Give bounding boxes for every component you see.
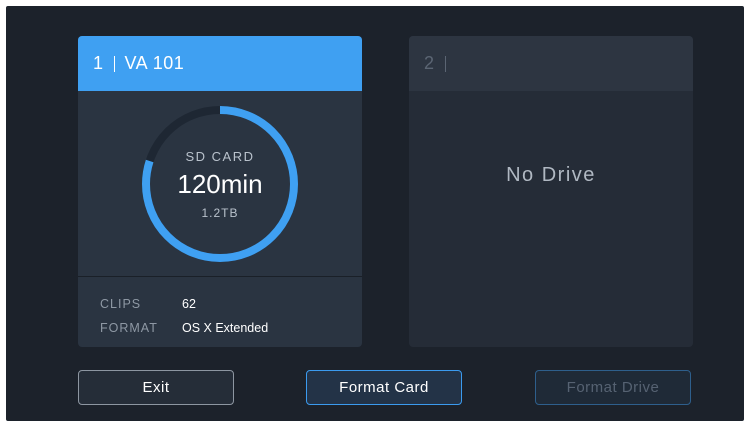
- card-info: CLIPS 62 FORMAT OS X Extended: [100, 292, 268, 340]
- card-slot-2-panel[interactable]: 2 No Drive: [409, 36, 693, 347]
- storage-ring: SD CARD 120min 1.2TB: [140, 104, 300, 264]
- format-label: FORMAT: [100, 321, 158, 335]
- header-separator: [444, 55, 446, 72]
- slot-2-number: 2: [424, 53, 435, 73]
- exit-button[interactable]: Exit: [78, 370, 234, 405]
- clips-value: 62: [182, 297, 196, 311]
- slot-1-card-name: VA 101: [124, 53, 185, 73]
- format-value: OS X Extended: [182, 321, 269, 335]
- media-type-label: SD CARD: [185, 148, 255, 164]
- storage-screen: 1 VA 101 SD CARD 120min 1.2TB CLIPS 62 F…: [6, 6, 744, 421]
- header-separator: [113, 55, 115, 72]
- format-row: FORMAT OS X Extended: [100, 316, 268, 340]
- clips-label: CLIPS: [100, 297, 142, 311]
- no-drive-status: No Drive: [506, 164, 596, 186]
- slot-1-number: 1: [93, 53, 104, 73]
- card-slot-1-panel[interactable]: 1 VA 101 SD CARD 120min 1.2TB CLIPS 62 F…: [78, 36, 362, 347]
- slot-1-header: 1 VA 101: [78, 36, 362, 91]
- card-capacity: 1.2TB: [201, 205, 239, 220]
- panel-divider: [78, 276, 362, 277]
- format-card-button[interactable]: Format Card: [306, 370, 462, 405]
- slot-2-header: 2: [409, 36, 693, 91]
- remaining-record-time: 120min: [177, 168, 263, 199]
- clips-row: CLIPS 62: [100, 292, 268, 316]
- format-drive-button[interactable]: Format Drive: [535, 370, 691, 405]
